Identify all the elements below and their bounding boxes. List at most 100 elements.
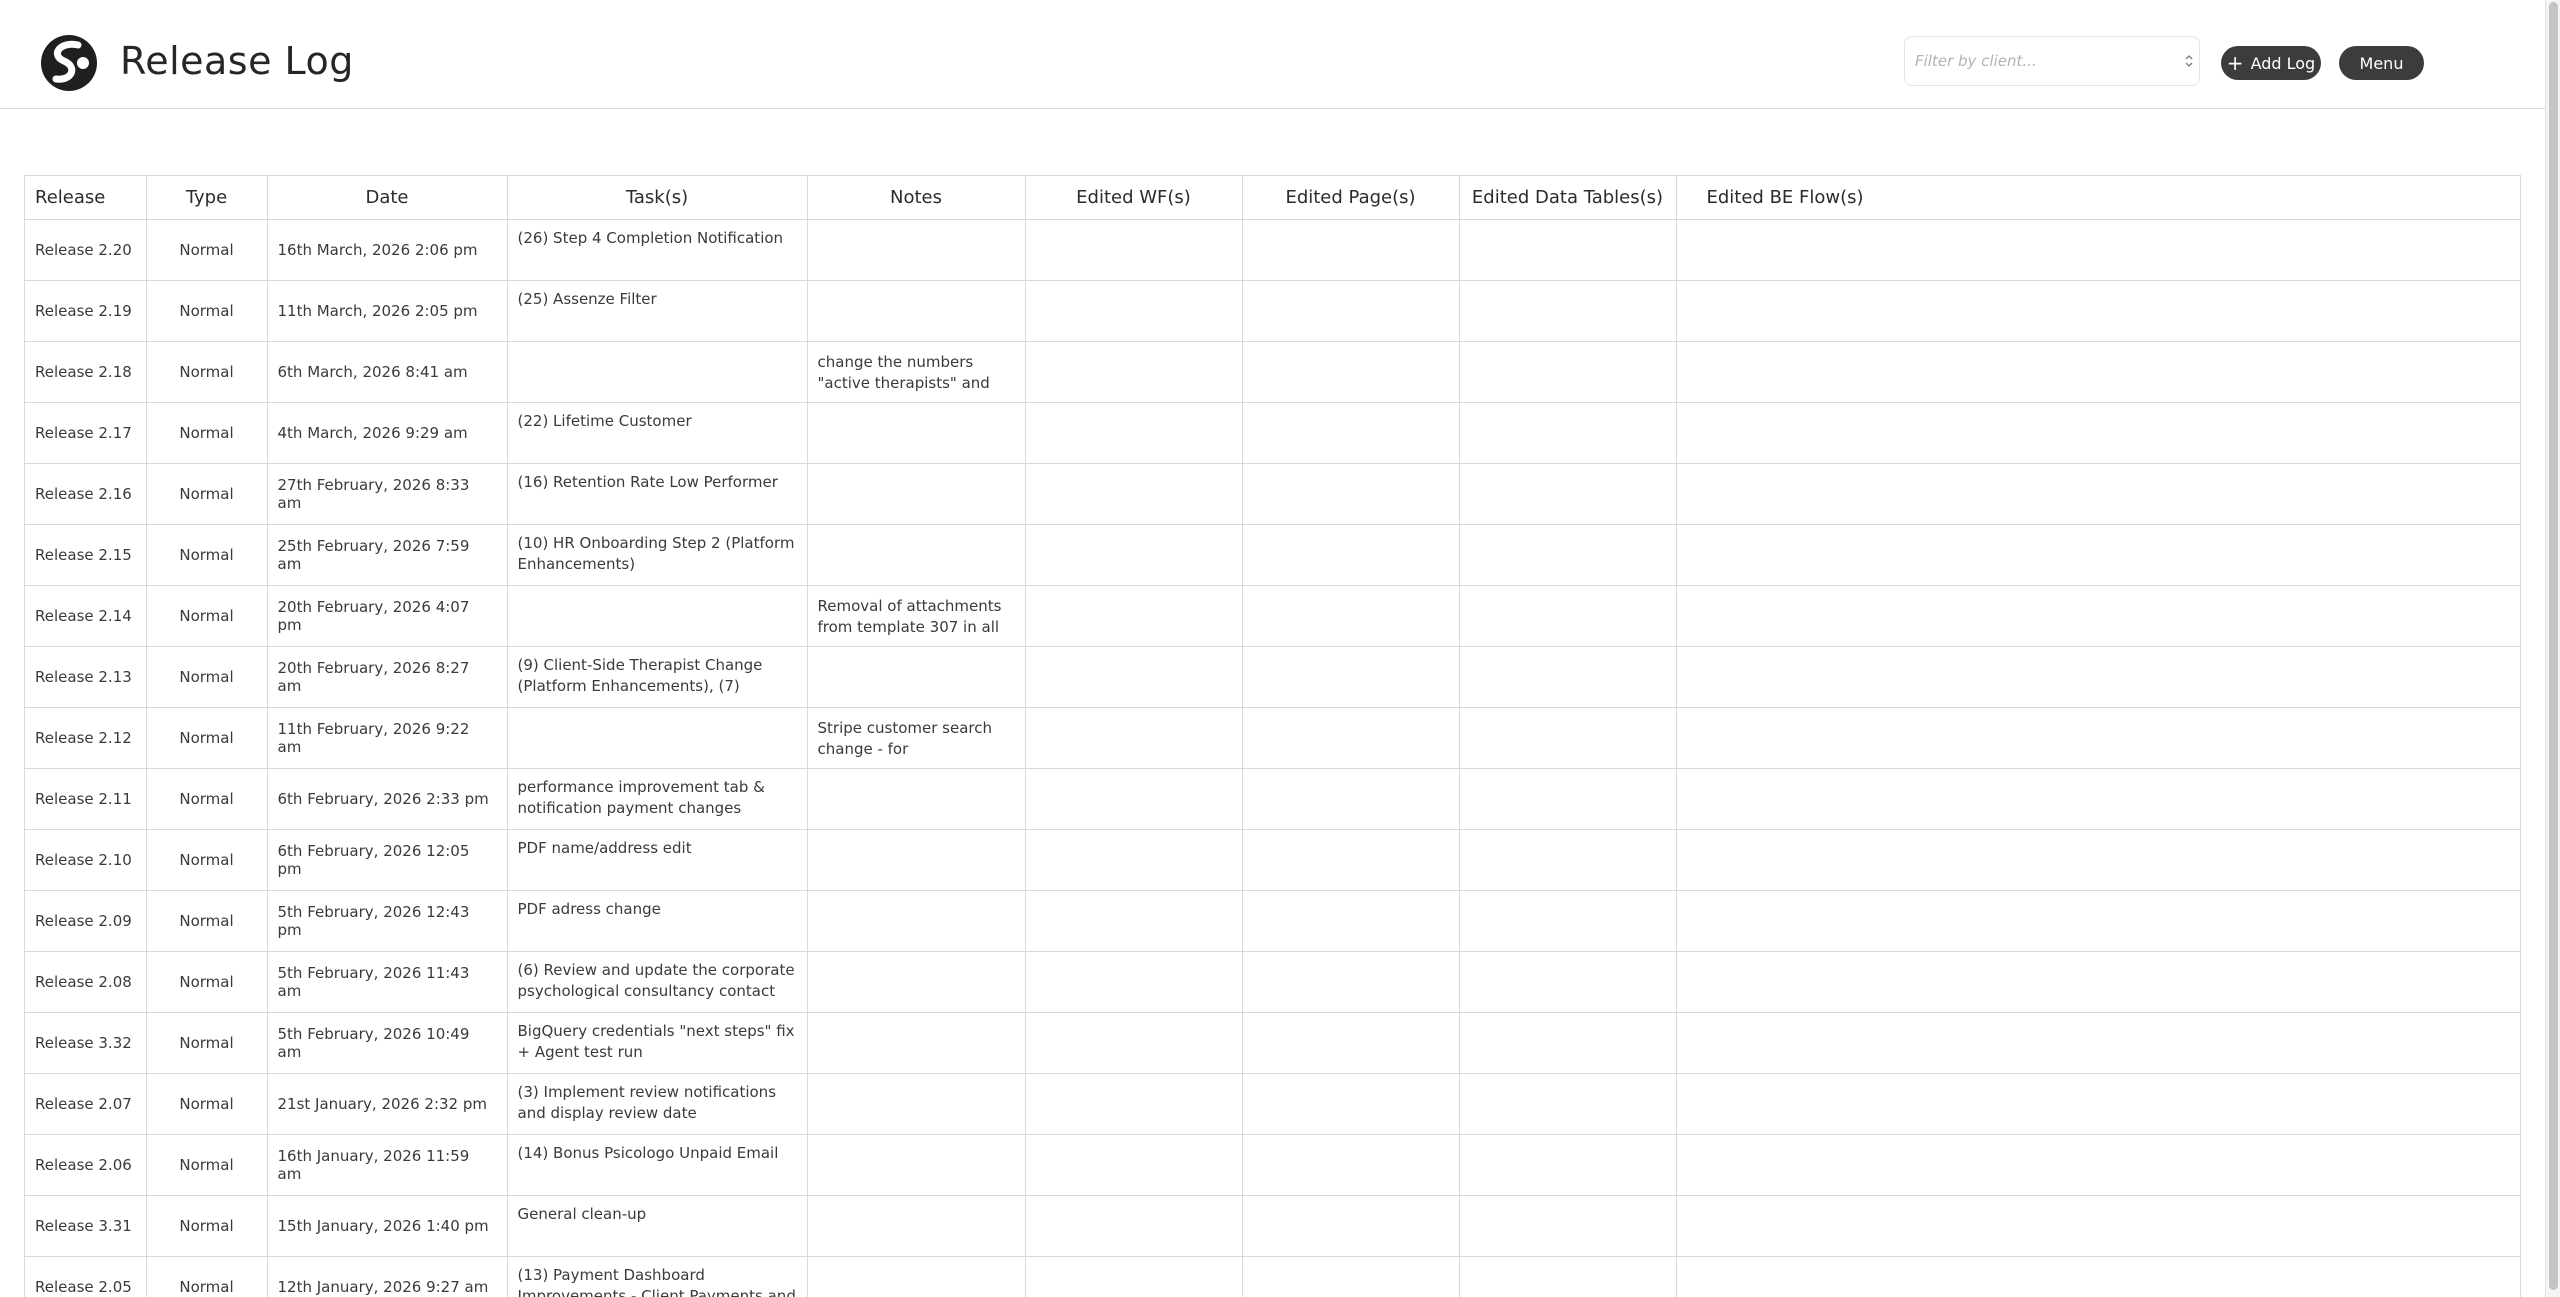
task-cell-text: (9) Client-Side Therapist Change (Platfo… — [517, 655, 763, 699]
table-row[interactable]: Release 2.09 Normal 5th February, 2026 12:… — [25, 890, 2520, 952]
date-cell: 20th February, 2026 8:27 am — [267, 646, 508, 708]
notes-cell — [807, 219, 1026, 281]
table-row[interactable]: Release 2.12 Normal 11th February, 2026 9:… — [25, 707, 2520, 769]
type-cell: Normal — [146, 219, 268, 281]
edited-be-flows-cell — [1676, 1256, 2520, 1297]
type-cell: Normal — [146, 1134, 268, 1196]
edited-data-tables-cell — [1459, 707, 1677, 769]
date-cell: 11th March, 2026 2:05 pm — [267, 280, 508, 342]
edited-be-flows-cell — [1676, 829, 2520, 891]
date-cell-text: 15th January, 2026 1:40 pm — [277, 1216, 489, 1235]
release-cell-text: Release 2.05 — [35, 1277, 132, 1296]
release-cell-text: Release 2.17 — [35, 423, 132, 442]
edited-data-tables-cell — [1459, 768, 1677, 830]
notes-cell-text: change the numbers "active therapists" a… — [817, 352, 990, 396]
table-row[interactable]: Release 2.16 Normal 27th February, 2026 8:… — [25, 463, 2520, 525]
col-header-type[interactable]: Type — [146, 176, 268, 220]
scrollbar-thumb[interactable] — [2549, 2, 2558, 1290]
release-cell-text: Release 3.32 — [35, 1033, 132, 1052]
release-cell-text: Release 2.10 — [35, 850, 132, 869]
edited-wfs-cell — [1025, 402, 1243, 464]
task-cell-text: PDF name/address edit — [517, 838, 692, 857]
client-filter-select[interactable]: Filter by client... — [1904, 36, 2200, 86]
notes-cell — [807, 280, 1026, 342]
type-cell: Normal — [146, 646, 268, 708]
release-cell: Release 2.19 — [25, 280, 147, 342]
s-swirl-logo-icon[interactable] — [38, 33, 102, 91]
col-header-edited-wfs[interactable]: Edited WF(s) — [1025, 176, 1243, 220]
table-row[interactable]: Release 2.18 Normal 6th March, 2026 8:41 a… — [25, 341, 2520, 403]
edited-wfs-cell — [1025, 768, 1243, 830]
type-cell: Normal — [146, 707, 268, 769]
table-row[interactable]: Release 3.32 Normal 5th February, 2026 10:… — [25, 1012, 2520, 1074]
release-cell-text: Release 2.19 — [35, 301, 132, 320]
type-cell: Normal — [146, 829, 268, 891]
task-cell — [507, 341, 808, 403]
col-header-edited-be-flows[interactable]: Edited BE Flow(s) — [1676, 176, 2520, 220]
release-cell: Release 2.09 — [25, 890, 147, 952]
table-row[interactable]: Release 2.17 Normal 4th March, 2026 9:29 a… — [25, 402, 2520, 464]
type-cell-text: Normal — [179, 545, 234, 564]
edited-data-tables-cell — [1459, 1134, 1677, 1196]
table-row[interactable]: Release 2.20 Normal 16th March, 2026 2:06 … — [25, 219, 2520, 281]
type-cell-text: Normal — [179, 1155, 234, 1174]
edited-data-tables-cell — [1459, 1073, 1677, 1135]
table-row[interactable]: Release 2.11 Normal 6th February, 2026 2:3… — [25, 768, 2520, 830]
date-cell: 5th February, 2026 12:43 pm — [267, 890, 508, 952]
col-header-release[interactable]: Release — [25, 176, 147, 220]
release-cell: Release 2.05 — [25, 1256, 147, 1297]
col-header-notes[interactable]: Notes — [807, 176, 1026, 220]
edited-pages-cell — [1242, 524, 1460, 586]
edited-pages-cell — [1242, 1256, 1460, 1297]
date-cell-text: 12th January, 2026 9:27 am — [277, 1277, 489, 1296]
menu-button[interactable]: Menu — [2339, 46, 2424, 80]
release-cell-text: Release 2.20 — [35, 240, 132, 259]
release-cell: Release 2.16 — [25, 463, 147, 525]
add-log-button[interactable]: + Add Log — [2221, 46, 2321, 80]
col-header-tasks[interactable]: Task(s) — [507, 176, 808, 220]
col-header-edited-data-tables[interactable]: Edited Data Tables(s) — [1459, 176, 1677, 220]
release-cell: Release 2.18 — [25, 341, 147, 403]
edited-data-tables-cell — [1459, 1195, 1677, 1257]
edited-pages-cell — [1242, 402, 1460, 464]
type-cell-text: Normal — [179, 1033, 234, 1052]
table-row[interactable]: Release 2.10 Normal 6th February, 2026 12:… — [25, 829, 2520, 891]
edited-wfs-cell — [1025, 524, 1243, 586]
col-header-date[interactable]: Date — [267, 176, 508, 220]
table-row[interactable]: Release 2.19 Normal 11th March, 2026 2:05 … — [25, 280, 2520, 342]
table-row[interactable]: Release 2.13 Normal 20th February, 2026 8:… — [25, 646, 2520, 708]
release-cell: Release 2.15 — [25, 524, 147, 586]
notes-cell: Stripe customer search change - for auto… — [807, 707, 1026, 769]
chevron-up-down-icon — [2185, 55, 2193, 67]
edited-pages-cell — [1242, 1195, 1460, 1257]
type-cell-text: Normal — [179, 423, 234, 442]
table-row[interactable]: Release 2.14 Normal 20th February, 2026 4:… — [25, 585, 2520, 647]
table-row[interactable]: Release 2.08 Normal 5th February, 2026 11:… — [25, 951, 2520, 1013]
date-cell: 4th March, 2026 9:29 am — [267, 402, 508, 464]
edited-data-tables-cell — [1459, 585, 1677, 647]
release-cell-text: Release 2.08 — [35, 972, 132, 991]
task-cell-text: (26) Step 4 Completion Notification — [517, 228, 784, 247]
task-cell: (9) Client-Side Therapist Change (Platfo… — [507, 646, 808, 708]
type-cell-text: Normal — [179, 728, 234, 747]
notes-cell — [807, 1012, 1026, 1074]
table-row[interactable]: Release 2.06 Normal 16th January, 2026 11:… — [25, 1134, 2520, 1196]
type-cell-text: Normal — [179, 484, 234, 503]
release-cell-text: Release 2.06 — [35, 1155, 132, 1174]
task-cell — [507, 585, 808, 647]
release-cell-text: Release 2.15 — [35, 545, 132, 564]
page-scrollbar[interactable] — [2545, 0, 2560, 1297]
notes-cell — [807, 829, 1026, 891]
release-cell: Release 2.12 — [25, 707, 147, 769]
edited-pages-cell — [1242, 646, 1460, 708]
table-row[interactable]: Release 2.07 Normal 21st January, 2026 2:3… — [25, 1073, 2520, 1135]
col-header-edited-pages[interactable]: Edited Page(s) — [1242, 176, 1460, 220]
date-cell: 21st January, 2026 2:32 pm — [267, 1073, 508, 1135]
edited-wfs-cell — [1025, 707, 1243, 769]
edited-pages-cell — [1242, 1073, 1460, 1135]
table-row[interactable]: Release 2.15 Normal 25th February, 2026 7:… — [25, 524, 2520, 586]
table-row[interactable]: Release 2.05 Normal 12th January, 2026 9:2… — [25, 1256, 2520, 1297]
table-row[interactable]: Release 3.31 Normal 15th January, 2026 1:4… — [25, 1195, 2520, 1257]
edited-data-tables-cell — [1459, 829, 1677, 891]
table-header-row: Release Type Date Task(s) Notes Edited W… — [25, 176, 2520, 220]
